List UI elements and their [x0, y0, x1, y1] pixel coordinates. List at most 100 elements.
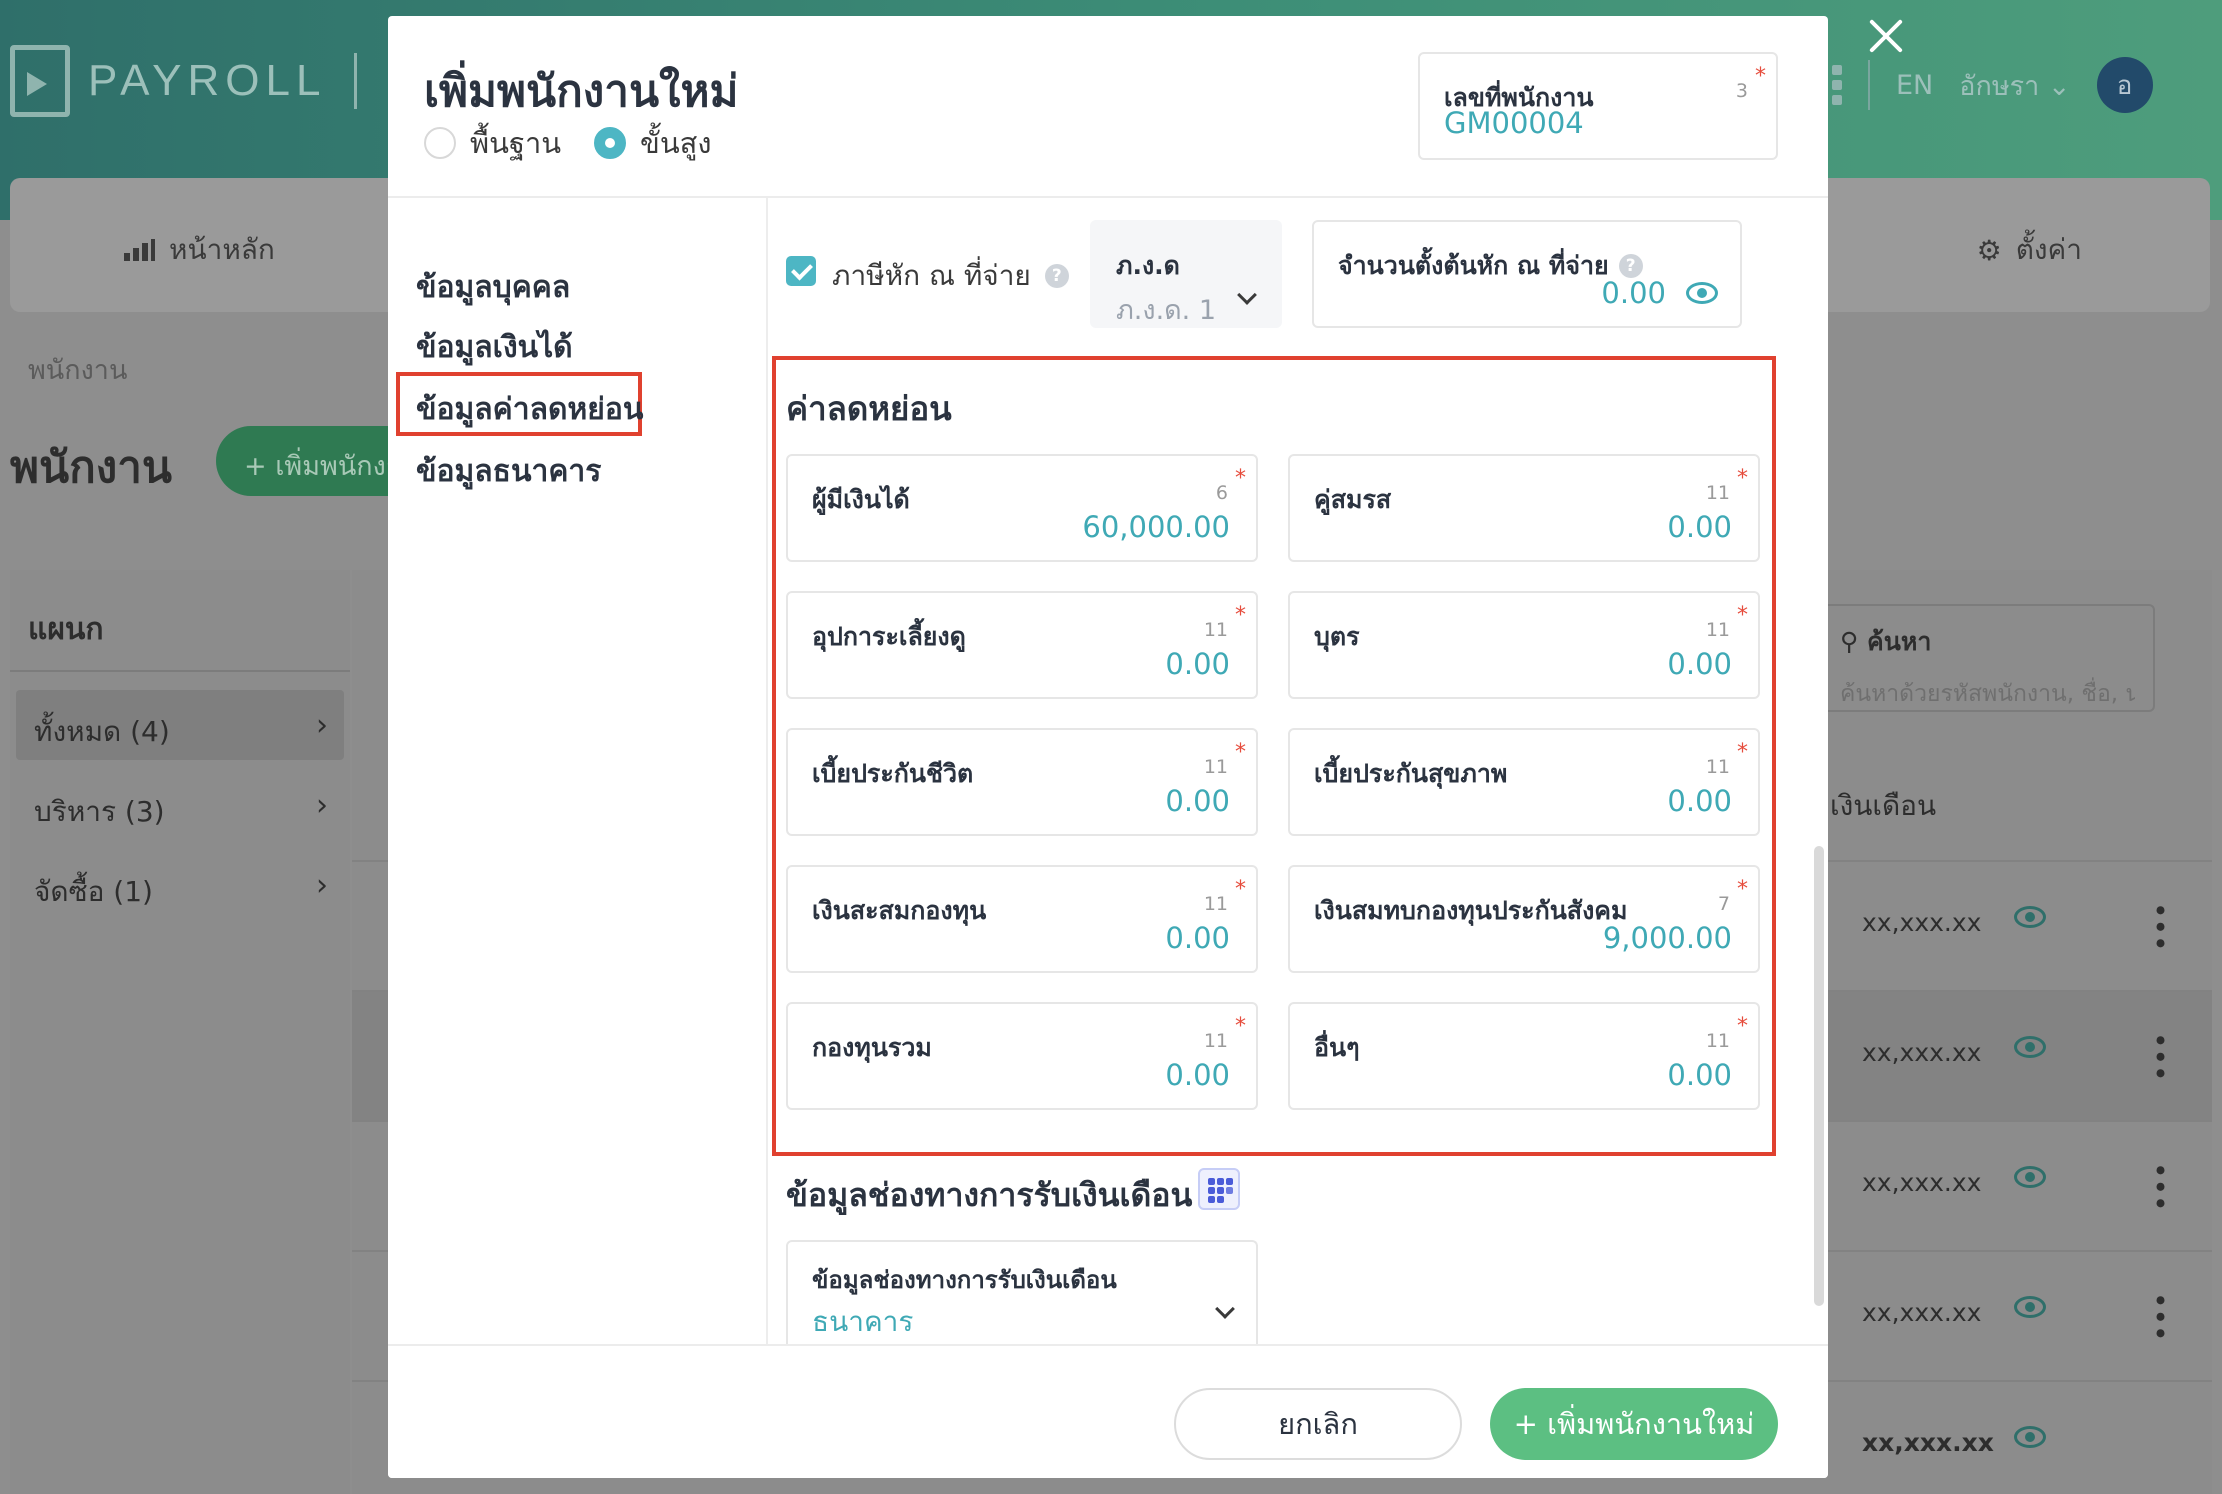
field-label: ผู้มีเงินได้ — [812, 485, 910, 514]
mode-basic-radio[interactable]: พื้นฐาน — [424, 120, 561, 166]
field-input[interactable]: 0.00 — [1165, 921, 1230, 955]
help-icon[interactable]: ? — [1044, 264, 1069, 288]
field-input[interactable]: 60,000.00 — [1082, 510, 1230, 544]
salary-value: xx,xxx.xx — [1862, 1428, 1994, 1457]
eye-icon[interactable] — [2014, 906, 2046, 928]
mode-advanced-label: ขั้นสูง — [640, 126, 712, 160]
search-icon: ⚲ — [1840, 627, 1859, 656]
required-icon: * — [1235, 603, 1246, 628]
cancel-button[interactable]: ยกเลิก — [1174, 1388, 1462, 1460]
page-title: พนักงาน — [10, 442, 172, 493]
deduction-life-insurance-field[interactable]: เบี้ยประกันชีวิต 11 * 0.00 — [786, 728, 1258, 836]
eye-icon[interactable] — [2014, 1036, 2046, 1058]
salary-channel-value: ธนาคาร — [812, 1305, 914, 1338]
field-input[interactable]: 0.00 — [1667, 1058, 1732, 1092]
field-input[interactable]: 0.00 — [1667, 647, 1732, 681]
nav-home[interactable]: หน้าหลัก — [124, 228, 275, 272]
field-input[interactable]: 0.00 — [1165, 1058, 1230, 1092]
chart-bars-icon — [124, 239, 155, 261]
language-switch[interactable]: EN — [1896, 70, 1933, 101]
deduction-mutual-fund-field[interactable]: กองทุนรวม 11 * 0.00 — [786, 1002, 1258, 1110]
required-icon: * — [1755, 64, 1766, 89]
field-label: เบี้ยประกันชีวิต — [812, 759, 974, 788]
close-icon[interactable] — [1866, 16, 1906, 56]
tax-form-select[interactable]: ภ.ง.ด ภ.ง.ด. 1 — [1090, 220, 1282, 328]
eye-icon[interactable] — [1686, 282, 1718, 304]
field-input[interactable]: 0.00 — [1667, 784, 1732, 818]
withholding-label: ภาษีหัก ณ ที่จ่าย ? — [832, 254, 1069, 298]
help-icon[interactable]: ? — [1618, 254, 1643, 278]
withholding-initial-field[interactable]: จำนวนตั้งต้นหัก ณ ที่จ่าย ? 0.00 — [1312, 220, 1742, 328]
withholding-initial-label: จำนวนตั้งต้นหัก ณ ที่จ่าย ? — [1338, 246, 1643, 286]
side-nav-bank[interactable]: ข้อมูลธนาคาร — [416, 448, 601, 495]
tax-form-value: ภ.ง.ด. 1 — [1116, 295, 1217, 326]
bank-transfer-icon[interactable] — [1198, 1168, 1240, 1210]
withholding-checkbox[interactable] — [786, 256, 816, 286]
search-input[interactable]: ค้นหาด้วยรหัสพนักงาน, ชื่อ, นามสกุล — [1840, 676, 2135, 712]
deduction-spouse-field[interactable]: คู่สมรส 11 * 0.00 — [1288, 454, 1760, 562]
radio-unchecked-icon[interactable] — [424, 127, 456, 159]
more-menu-icon[interactable]: ••• — [2143, 1292, 2176, 1342]
field-input[interactable]: 9,000.00 — [1603, 921, 1732, 955]
side-nav-income[interactable]: ข้อมูลเงินได้ — [416, 324, 573, 371]
more-menu-icon[interactable]: ••• — [2143, 1032, 2176, 1082]
field-label: อื่นๆ — [1314, 1033, 1360, 1062]
withholding-initial-input[interactable]: 0.00 — [1601, 276, 1666, 310]
department-item[interactable]: บริหาร (3) › — [16, 770, 344, 840]
chevron-right-icon: › — [316, 708, 328, 743]
deduction-social-security-field[interactable]: เงินสมทบกองทุนประกันสังคม 7 * 9,000.00 — [1288, 865, 1760, 973]
deduction-parents-field[interactable]: อุปการะเลี้ยงดู 11 * 0.00 — [786, 591, 1258, 699]
eye-icon[interactable] — [2014, 1296, 2046, 1318]
char-count: 11 — [1705, 756, 1730, 778]
department-item[interactable]: จัดซื้อ (1) › — [16, 850, 344, 920]
chevron-right-icon: › — [316, 788, 328, 823]
field-label: กองทุนรวม — [812, 1033, 932, 1062]
required-icon: * — [1737, 877, 1748, 902]
nav-home-label: หน้าหลัก — [169, 233, 275, 266]
gears-icon: ⚙ — [1976, 233, 2002, 267]
required-icon: * — [1235, 1014, 1246, 1039]
required-icon: * — [1737, 603, 1748, 628]
deduction-taxpayer-field[interactable]: ผู้มีเงินได้ 6 * 60,000.00 — [786, 454, 1258, 562]
char-count: 11 — [1705, 619, 1730, 641]
nav-settings-label: ตั้งค่า — [2015, 233, 2082, 266]
department-title: แผนก — [28, 612, 104, 647]
search-label: ⚲ ค้นหา — [1840, 627, 1932, 656]
field-input[interactable]: 0.00 — [1165, 647, 1230, 681]
breadcrumb[interactable]: พนักงาน — [28, 348, 127, 391]
deduction-health-insurance-field[interactable]: เบี้ยประกันสุขภาพ 11 * 0.00 — [1288, 728, 1760, 836]
add-employee-button[interactable]: + เพิ่มพนักงานใหม่ — [216, 426, 416, 496]
deduction-other-field[interactable]: อื่นๆ 11 * 0.00 — [1288, 1002, 1760, 1110]
nav-settings[interactable]: ⚙ ตั้งค่า — [1977, 228, 2082, 272]
salary-value: xx,xxx.xx — [1862, 1038, 1982, 1067]
field-input[interactable]: 0.00 — [1165, 784, 1230, 818]
salary-channel-select[interactable]: ข้อมูลช่องทางการรับเงินเดือน ธนาคาร — [786, 1240, 1258, 1360]
field-input[interactable]: 0.00 — [1667, 510, 1732, 544]
side-nav-personal[interactable]: ข้อมูลบุคคล — [416, 264, 570, 311]
user-menu[interactable]: อักษรา ⌄ — [1959, 64, 2070, 107]
salary-column-header[interactable]: เงินเดือน — [1830, 784, 1936, 828]
divider — [766, 198, 768, 1344]
side-nav-deductions[interactable]: ข้อมูลค่าลดหย่อน — [416, 386, 643, 433]
employee-id-input[interactable]: GM00004 — [1444, 106, 1584, 140]
char-count: 7 — [1717, 893, 1730, 915]
employee-id-field[interactable]: เลขที่พนักงาน 3 * GM00004 — [1418, 52, 1778, 160]
more-menu-icon[interactable]: ••• — [2143, 1162, 2176, 1212]
deductions-title: ค่าลดหย่อน — [786, 389, 952, 428]
more-menu-icon[interactable]: ••• — [2143, 902, 2176, 952]
avatar[interactable]: อ — [2096, 57, 2153, 113]
eye-icon[interactable] — [2014, 1426, 2046, 1448]
char-count: 11 — [1203, 619, 1228, 641]
deduction-provident-fund-field[interactable]: เงินสะสมกองทุน 11 * 0.00 — [786, 865, 1258, 973]
department-item[interactable]: ทั้งหมด (4) › — [16, 690, 344, 760]
add-employee-submit-button[interactable]: + เพิ่มพนักงานใหม่ — [1490, 1388, 1778, 1460]
scrollbar-thumb[interactable] — [1814, 846, 1824, 1306]
mode-advanced-radio[interactable]: ขั้นสูง — [594, 120, 712, 166]
deduction-children-field[interactable]: บุตร 11 * 0.00 — [1288, 591, 1760, 699]
eye-icon[interactable] — [2014, 1166, 2046, 1188]
field-label: เงินสะสมกองทุน — [812, 896, 987, 925]
search-box[interactable]: ⚲ ค้นหา ค้นหาด้วยรหัสพนักงาน, ชื่อ, นามส… — [1820, 604, 2155, 712]
chevron-right-icon: › — [316, 868, 328, 903]
radio-checked-icon[interactable] — [594, 127, 626, 159]
char-count: 11 — [1203, 893, 1228, 915]
